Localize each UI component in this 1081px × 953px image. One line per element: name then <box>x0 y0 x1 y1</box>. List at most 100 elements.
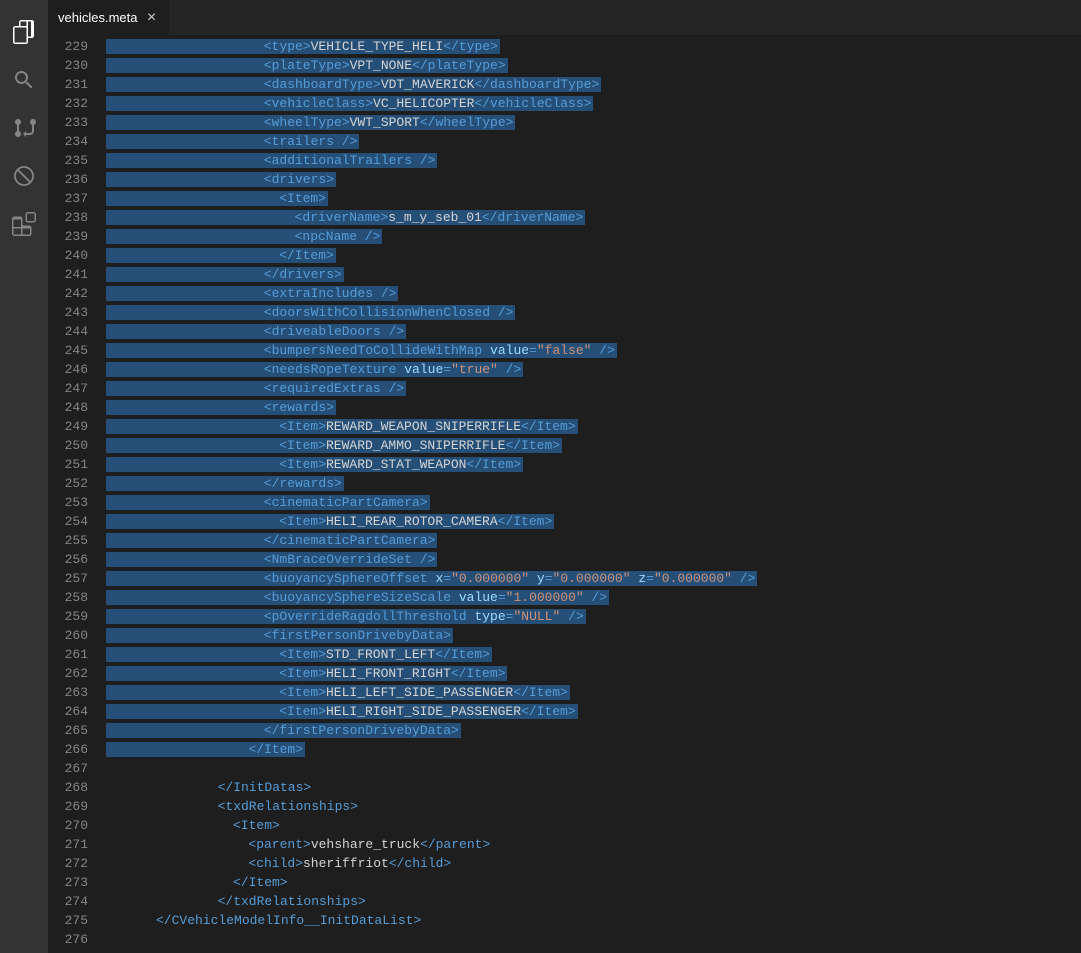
line-number: 239 <box>48 227 88 246</box>
code-line: <requiredExtras /> <box>106 379 1081 398</box>
line-number: 231 <box>48 75 88 94</box>
code-line: </firstPersonDrivebyData> <box>106 721 1081 740</box>
code-line: <plateType>VPT_NONE</plateType> <box>106 56 1081 75</box>
line-number: 248 <box>48 398 88 417</box>
close-icon[interactable]: × <box>143 10 159 26</box>
code-line: <driverName>s_m_y_seb_01</driverName> <box>106 208 1081 227</box>
tab-bar: vehicles.meta × <box>48 0 1081 35</box>
line-number: 245 <box>48 341 88 360</box>
line-number: 261 <box>48 645 88 664</box>
search-icon[interactable] <box>0 56 48 104</box>
editor[interactable]: 2292302312322332342352362372382392402412… <box>48 35 1081 953</box>
line-number: 255 <box>48 531 88 550</box>
code-line: </CVehicleModelInfo__InitDataList> <box>106 911 1081 930</box>
source-control-icon[interactable] <box>0 104 48 152</box>
line-number: 268 <box>48 778 88 797</box>
code-line: </Item> <box>106 740 1081 759</box>
code-area[interactable]: <type>VEHICLE_TYPE_HELI</type><plateType… <box>106 37 1081 953</box>
line-number: 236 <box>48 170 88 189</box>
line-number: 249 <box>48 417 88 436</box>
debug-icon[interactable] <box>0 152 48 200</box>
line-number: 266 <box>48 740 88 759</box>
line-number: 254 <box>48 512 88 531</box>
code-line: <Item>STD_FRONT_LEFT</Item> <box>106 645 1081 664</box>
line-number: 271 <box>48 835 88 854</box>
line-number: 275 <box>48 911 88 930</box>
code-line: </Item> <box>106 246 1081 265</box>
explorer-icon[interactable] <box>0 8 48 56</box>
line-number: 234 <box>48 132 88 151</box>
code-line: <vehicleClass>VC_HELICOPTER</vehicleClas… <box>106 94 1081 113</box>
code-line: <doorsWithCollisionWhenClosed /> <box>106 303 1081 322</box>
tab-label: vehicles.meta <box>58 10 137 25</box>
line-number: 244 <box>48 322 88 341</box>
code-line: <bumpersNeedToCollideWithMap value="fals… <box>106 341 1081 360</box>
line-number: 273 <box>48 873 88 892</box>
line-number: 246 <box>48 360 88 379</box>
code-line: <rewards> <box>106 398 1081 417</box>
line-number: 235 <box>48 151 88 170</box>
line-number: 240 <box>48 246 88 265</box>
code-line: </InitDatas> <box>106 778 1081 797</box>
code-line: <firstPersonDrivebyData> <box>106 626 1081 645</box>
code-line: <npcName /> <box>106 227 1081 246</box>
line-number: 250 <box>48 436 88 455</box>
extensions-icon[interactable] <box>0 200 48 248</box>
line-number: 276 <box>48 930 88 949</box>
code-line: <driveableDoors /> <box>106 322 1081 341</box>
code-line: <Item>HELI_REAR_ROTOR_CAMERA</Item> <box>106 512 1081 531</box>
line-number: 259 <box>48 607 88 626</box>
line-number: 270 <box>48 816 88 835</box>
code-line: <Item>HELI_RIGHT_SIDE_PASSENGER</Item> <box>106 702 1081 721</box>
code-line <box>106 759 1081 778</box>
code-line: <type>VEHICLE_TYPE_HELI</type> <box>106 37 1081 56</box>
line-number: 232 <box>48 94 88 113</box>
code-line: <NmBraceOverrideSet /> <box>106 550 1081 569</box>
line-number: 256 <box>48 550 88 569</box>
tab-vehicles-meta[interactable]: vehicles.meta × <box>48 0 169 35</box>
line-number: 241 <box>48 265 88 284</box>
code-line: <additionalTrailers /> <box>106 151 1081 170</box>
code-line: <trailers /> <box>106 132 1081 151</box>
line-number: 247 <box>48 379 88 398</box>
line-number: 253 <box>48 493 88 512</box>
line-number: 251 <box>48 455 88 474</box>
code-line: <child>sheriffriot</child> <box>106 854 1081 873</box>
code-line: <Item>REWARD_AMMO_SNIPERRIFLE</Item> <box>106 436 1081 455</box>
line-number: 262 <box>48 664 88 683</box>
line-number-gutter: 2292302312322332342352362372382392402412… <box>48 37 106 953</box>
code-line: <Item>REWARD_STAT_WEAPON</Item> <box>106 455 1081 474</box>
line-number: 265 <box>48 721 88 740</box>
line-number: 252 <box>48 474 88 493</box>
line-number: 243 <box>48 303 88 322</box>
line-number: 229 <box>48 37 88 56</box>
code-line: </rewards> <box>106 474 1081 493</box>
code-line: <buoyancySphereSizeScale value="1.000000… <box>106 588 1081 607</box>
code-line: </drivers> <box>106 265 1081 284</box>
line-number: 258 <box>48 588 88 607</box>
code-line: <drivers> <box>106 170 1081 189</box>
line-number: 237 <box>48 189 88 208</box>
code-line: <parent>vehshare_truck</parent> <box>106 835 1081 854</box>
line-number: 263 <box>48 683 88 702</box>
line-number: 260 <box>48 626 88 645</box>
code-line: <cinematicPartCamera> <box>106 493 1081 512</box>
line-number: 238 <box>48 208 88 227</box>
line-number: 242 <box>48 284 88 303</box>
code-line: <buoyancySphereOffset x="0.000000" y="0.… <box>106 569 1081 588</box>
code-line: <dashboardType>VDT_MAVERICK</dashboardTy… <box>106 75 1081 94</box>
line-number: 230 <box>48 56 88 75</box>
code-line: </Item> <box>106 873 1081 892</box>
code-line: <extraIncludes /> <box>106 284 1081 303</box>
code-line: </cinematicPartCamera> <box>106 531 1081 550</box>
code-line: <txdRelationships> <box>106 797 1081 816</box>
code-line <box>106 930 1081 949</box>
code-line: <pOverrideRagdollThreshold type="NULL" /… <box>106 607 1081 626</box>
line-number: 264 <box>48 702 88 721</box>
line-number: 272 <box>48 854 88 873</box>
line-number: 269 <box>48 797 88 816</box>
line-number: 233 <box>48 113 88 132</box>
code-line: <needsRopeTexture value="true" /> <box>106 360 1081 379</box>
code-line: <Item> <box>106 816 1081 835</box>
code-line: <Item>REWARD_WEAPON_SNIPERRIFLE</Item> <box>106 417 1081 436</box>
